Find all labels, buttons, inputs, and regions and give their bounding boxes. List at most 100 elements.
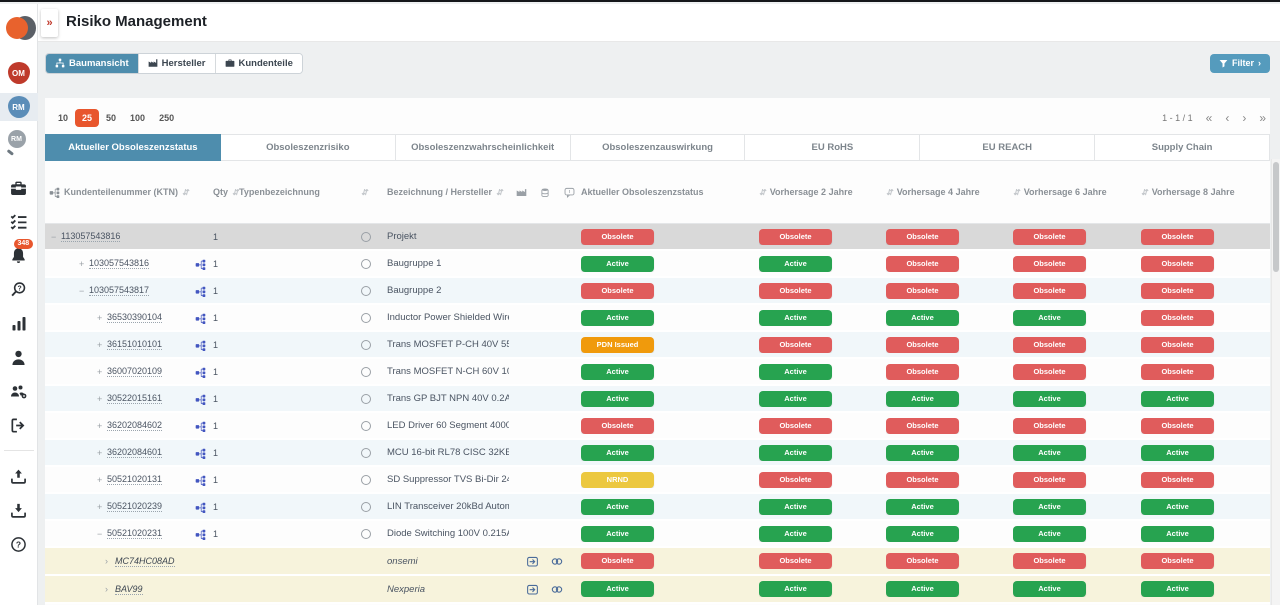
tab-obsoleszenzwahrscheinlichkeit[interactable]: Obsoleszenzwahrscheinlichkeit [396,134,571,161]
table-row[interactable]: ›MC74HC08ADonsemiObsoleteObsoleteObsolet… [45,548,1270,576]
sidebar-item-toolbox[interactable] [0,173,38,201]
sidebar-item-logout[interactable] [0,411,38,439]
status-badge[interactable]: Active [1141,526,1214,542]
part-number-link[interactable]: 103057543816 [89,258,149,269]
part-number-link[interactable]: 50521020131 [107,474,162,485]
row-expander[interactable]: − [79,286,89,296]
sort-icon[interactable]: ⇵ [1141,188,1148,197]
status-ring-icon[interactable] [361,259,371,269]
status-badge[interactable]: Active [581,526,654,542]
status-badge[interactable]: Obsolete [1013,283,1086,299]
table-row[interactable]: +1030575438161Baugruppe 1ActiveActiveObs… [45,251,1270,278]
table-row[interactable]: +360070201091Trans MOSFET N-CH 60V 10.6A… [45,359,1270,386]
pagesize-25[interactable]: 25 [75,109,99,127]
company-logo-icon[interactable] [0,8,38,48]
status-badge[interactable]: Active [581,310,654,326]
status-badge[interactable]: Obsolete [759,472,832,488]
status-badge[interactable]: Obsolete [886,283,959,299]
status-badge[interactable]: Obsolete [886,472,959,488]
status-badge[interactable]: Active [581,391,654,407]
status-badge[interactable]: Active [581,581,654,597]
status-badge[interactable]: Active [1141,391,1214,407]
status-badge[interactable]: Active [581,499,654,515]
datasheet-icon[interactable] [526,555,539,568]
scrollbar-thumb[interactable] [1273,162,1279,272]
status-badge[interactable]: Obsolete [1141,364,1214,380]
status-badge[interactable]: Obsolete [1013,256,1086,272]
table-row[interactable]: +362020846011MCU 16-bit RL78 CISC 32KB F… [45,440,1270,467]
part-number-link[interactable]: MC74HC08AD [115,556,175,567]
row-expander[interactable]: + [97,421,107,431]
status-badge[interactable]: Obsolete [1141,553,1214,569]
status-badge[interactable]: Active [1013,526,1086,542]
status-ring-icon[interactable] [361,367,371,377]
sort-icon[interactable]: ⇵ [1013,188,1020,197]
status-badge[interactable]: Obsolete [1141,229,1214,245]
status-badge[interactable]: Obsolete [759,337,832,353]
column-header-vorhersage-4[interactable]: Vorhersage 4 Jahre [897,187,980,197]
status-ring-icon[interactable] [361,475,371,485]
sidebar-item-user-management[interactable] [0,377,38,405]
status-badge[interactable]: Active [886,499,959,515]
part-number-link[interactable]: 36007020109 [107,366,162,377]
column-header-vorhersage-8[interactable]: Vorhersage 8 Jahre [1152,187,1235,197]
table-row[interactable]: ›BAV99NexperiaActiveActiveActiveActiveAc… [45,576,1270,604]
status-ring-icon[interactable] [361,529,371,539]
status-badge[interactable]: Active [759,581,832,597]
view-button-hersteller[interactable]: Hersteller [139,54,216,73]
pagesize-100[interactable]: 100 [123,109,152,127]
tab-obsoleszenzrisiko[interactable]: Obsoleszenzrisiko [221,134,396,161]
part-number-link[interactable]: 36530390104 [107,312,162,323]
comment-icon[interactable]: ! [564,187,575,198]
status-badge[interactable]: Active [1013,445,1086,461]
sort-icon[interactable]: ⇵ [361,188,368,197]
status-badge[interactable]: Obsolete [581,283,654,299]
row-expander[interactable]: − [51,232,61,242]
row-expander[interactable]: + [79,259,89,269]
status-ring-icon[interactable] [361,232,371,242]
sidebar-item-statistics[interactable] [0,309,38,337]
table-row[interactable]: +365303901041Inductor Power Shielded Wir… [45,305,1270,332]
status-badge[interactable]: Active [1013,391,1086,407]
part-number-link[interactable]: BAV99 [115,584,143,595]
status-badge[interactable]: Active [886,445,959,461]
table-row[interactable]: +305220151611Trans GP BJT NPN 40V 0.2A 3… [45,386,1270,413]
status-badge[interactable]: Active [581,445,654,461]
pagination-prev-button[interactable]: ‹ [1225,113,1229,123]
status-badge[interactable]: Obsolete [1013,418,1086,434]
status-badge[interactable]: Active [1141,445,1214,461]
status-badge[interactable]: Active [886,391,959,407]
factory-icon[interactable] [516,187,527,198]
sort-icon[interactable]: ⇵ [886,188,893,197]
pagesize-250[interactable]: 250 [152,109,181,127]
status-badge[interactable]: NRND [581,472,654,488]
status-badge[interactable]: Active [759,391,832,407]
pagination-first-button[interactable]: « [1206,113,1213,123]
part-number-link[interactable]: 30522015161 [107,393,162,404]
status-badge[interactable]: Active [581,364,654,380]
sort-icon[interactable]: ⇵ [182,188,189,197]
sidebar-item-search-help[interactable]: ? [0,275,38,303]
tab-eu-rohs[interactable]: EU RoHS [745,134,920,161]
column-header-ktn[interactable]: Kundenteilenummer (KTN) [64,187,178,197]
status-badge[interactable]: Active [1141,499,1214,515]
row-expander[interactable]: + [97,340,107,350]
tab-obsoleszenzauswirkung[interactable]: Obsoleszenzauswirkung [571,134,746,161]
status-badge[interactable]: Obsolete [759,229,832,245]
part-number-link[interactable]: 36202084602 [107,420,162,431]
status-badge[interactable]: Obsolete [759,283,832,299]
sidebar-item-rm-module[interactable]: RM [0,93,38,121]
pagesize-50[interactable]: 50 [99,109,123,127]
vertical-scrollbar[interactable] [1271,159,1280,605]
row-expander[interactable]: − [97,529,107,539]
table-row[interactable]: +505210202391LIN Transceiver 20kBd Autom… [45,494,1270,521]
status-badge[interactable]: Obsolete [759,553,832,569]
sort-icon[interactable]: ⇵ [232,188,239,197]
sidebar-expand-button[interactable]: » [41,9,58,37]
status-badge[interactable]: Active [886,310,959,326]
view-button-baumansicht[interactable]: Baumansicht [46,54,139,73]
table-row[interactable]: +361510101011Trans MOSFET P-CH 40V 55A A… [45,332,1270,359]
tab-aktueller-obsoleszenzstatus[interactable]: Aktueller Obsoleszenzstatus [45,134,221,161]
row-expander[interactable]: › [105,556,115,566]
status-ring-icon[interactable] [361,313,371,323]
